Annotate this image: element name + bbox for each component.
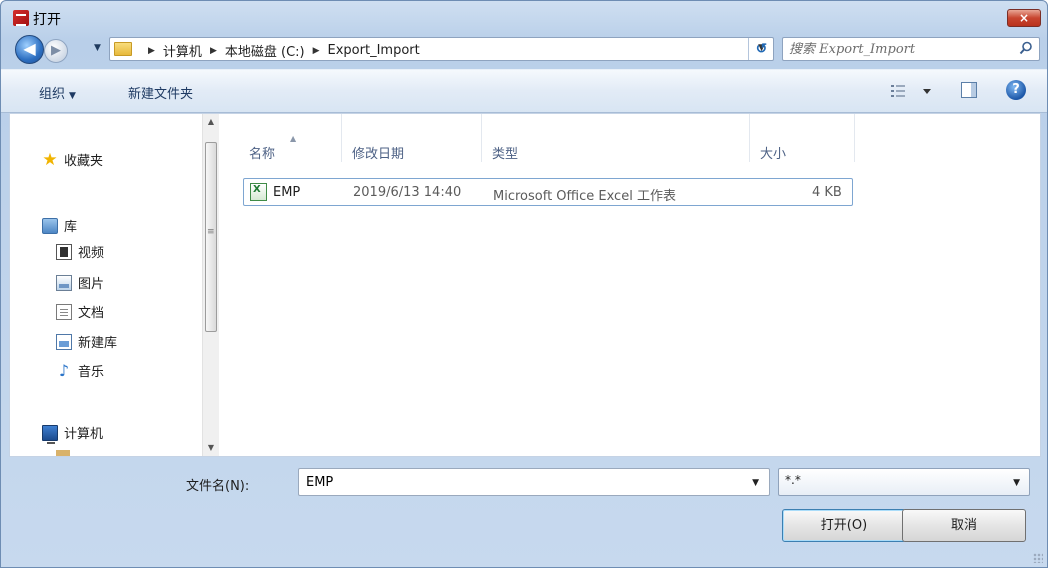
- file-modified: 2019/6/13 14:40: [353, 185, 462, 200]
- column-label: 类型: [492, 147, 519, 162]
- scroll-thumb[interactable]: [205, 142, 217, 332]
- computer-icon: [42, 424, 58, 444]
- new-library-icon: [56, 333, 72, 350]
- navigation-pane: ★ 收藏夹 库 视频 图片 文档 新建库 ♪ 音乐 计算机: [10, 114, 202, 456]
- column-header-name[interactable]: ▲ 名称: [219, 114, 342, 162]
- sidebar-item-computer[interactable]: 计算机: [42, 423, 104, 444]
- drive-icon: [56, 450, 70, 456]
- preview-pane-icon[interactable]: [961, 82, 977, 98]
- chevron-down-icon: ▼: [1013, 478, 1020, 488]
- app-icon: [13, 10, 29, 26]
- forward-button[interactable]: ▶: [44, 39, 68, 63]
- file-type: Microsoft Office Excel 工作表: [493, 189, 676, 204]
- document-icon: [56, 303, 72, 320]
- library-icon: [42, 217, 58, 234]
- star-icon: ★: [42, 149, 58, 170]
- column-header-modified[interactable]: 修改日期: [342, 114, 482, 162]
- help-icon[interactable]: ?: [1006, 80, 1026, 100]
- picture-icon: [56, 274, 72, 291]
- chevron-right-icon[interactable]: ▶: [148, 46, 155, 56]
- scroll-down-icon[interactable]: ▼: [203, 440, 219, 456]
- title-bar: 打开 ×: [1, 1, 1047, 31]
- breadcrumb-item-computer[interactable]: 计算机: [163, 41, 202, 60]
- chevron-right-icon[interactable]: ▶: [210, 46, 217, 56]
- sidebar-item-label: 图片: [78, 277, 105, 292]
- search-icon[interactable]: [1019, 41, 1033, 55]
- sidebar-item-new-library[interactable]: 新建库: [56, 332, 117, 351]
- sidebar-item-label: 文档: [78, 306, 105, 321]
- sort-ascending-icon: ▲: [290, 134, 297, 143]
- file-name: EMP: [273, 185, 301, 200]
- chevron-right-icon[interactable]: ▶: [313, 46, 320, 56]
- sidebar-item-videos[interactable]: 视频: [56, 242, 104, 261]
- excel-file-icon: [250, 183, 267, 201]
- column-header-size[interactable]: 大小: [750, 114, 855, 162]
- breadcrumb-item-export-import[interactable]: Export_Import: [328, 43, 420, 58]
- filename-input[interactable]: [304, 472, 724, 492]
- sidebar-item-favorites[interactable]: ★ 收藏夹: [42, 150, 103, 169]
- sidebar-item-label: 计算机: [64, 427, 104, 442]
- file-row[interactable]: EMP 2019/6/13 14:40 Microsoft Office Exc…: [243, 178, 853, 206]
- sidebar-item-label: 音乐: [78, 365, 105, 380]
- sidebar-item-documents[interactable]: 文档: [56, 302, 104, 321]
- breadcrumb: ▶ 计算机 ▶ 本地磁盘 (C:) ▶ Export_Import: [140, 41, 420, 60]
- column-header-type[interactable]: 类型: [482, 114, 750, 162]
- sidebar-item-label: 库: [64, 220, 78, 235]
- navigation-scrollbar[interactable]: ▲ ▼: [202, 114, 219, 456]
- address-bar[interactable]: ▶ 计算机 ▶ 本地磁盘 (C:) ▶ Export_Import ▼: [109, 37, 774, 61]
- column-label: 修改日期: [352, 147, 405, 162]
- window-title: 打开: [33, 12, 61, 28]
- music-icon: ♪: [58, 360, 70, 380]
- scroll-up-icon[interactable]: ▲: [203, 114, 219, 130]
- chevron-down-icon: ▼: [69, 91, 76, 101]
- sidebar-item-libraries[interactable]: 库: [42, 216, 77, 235]
- sidebar-item-label: 新建库: [78, 336, 118, 351]
- command-toolbar: 组织 ▼ 新建文件夹 ?: [1, 69, 1047, 113]
- back-button[interactable]: ◀: [15, 35, 44, 64]
- search-box[interactable]: [782, 37, 1040, 61]
- filetype-select[interactable]: *.* ▼: [778, 468, 1030, 496]
- refresh-button[interactable]: ↺: [748, 38, 774, 60]
- open-button[interactable]: 打开(O): [782, 509, 906, 542]
- file-size: 4 KB: [812, 185, 842, 200]
- view-options-icon[interactable]: [889, 82, 933, 100]
- file-list: ▲ 名称 修改日期 类型 大小 EMP 2019/6/13 14:40 Micr…: [219, 114, 1040, 456]
- column-label: 大小: [760, 147, 787, 162]
- chevron-down-icon[interactable]: ▼: [752, 478, 759, 488]
- cancel-button[interactable]: 取消: [902, 509, 1026, 542]
- sidebar-item-music[interactable]: ♪ 音乐: [56, 361, 104, 380]
- search-input[interactable]: [787, 40, 1007, 58]
- recent-locations-dropdown-icon[interactable]: ▼: [94, 43, 101, 53]
- filename-combobox[interactable]: ▼: [298, 468, 770, 496]
- breadcrumb-item-local-disk[interactable]: 本地磁盘 (C:): [225, 41, 305, 60]
- open-file-dialog: 打开 × ◀ ▶ ▼ ▶ 计算机 ▶ 本地磁盘 (C:) ▶ Export_Im…: [0, 0, 1048, 568]
- column-label: 名称: [249, 147, 276, 162]
- organize-menu-button[interactable]: 组织 ▼: [39, 83, 76, 102]
- sidebar-item-label: 视频: [78, 246, 105, 261]
- sidebar-item-label: 收藏夹: [64, 154, 104, 169]
- organize-label: 组织: [39, 87, 66, 102]
- video-icon: [56, 243, 72, 260]
- filetype-value: *.*: [785, 473, 801, 487]
- folder-icon: [114, 42, 132, 56]
- main-area: ★ 收藏夹 库 视频 图片 文档 新建库 ♪ 音乐 计算机 ▲ ≡ ▼ ▲ 名称…: [9, 113, 1041, 457]
- sidebar-item-pictures[interactable]: 图片: [56, 273, 104, 292]
- filename-label: 文件名(N):: [186, 479, 250, 494]
- navigation-bar: ◀ ▶ ▼ ▶ 计算机 ▶ 本地磁盘 (C:) ▶ Export_Import …: [1, 31, 1047, 69]
- new-folder-button[interactable]: 新建文件夹: [128, 83, 193, 102]
- resize-grip-icon[interactable]: [1033, 553, 1043, 563]
- close-button[interactable]: ×: [1007, 9, 1041, 27]
